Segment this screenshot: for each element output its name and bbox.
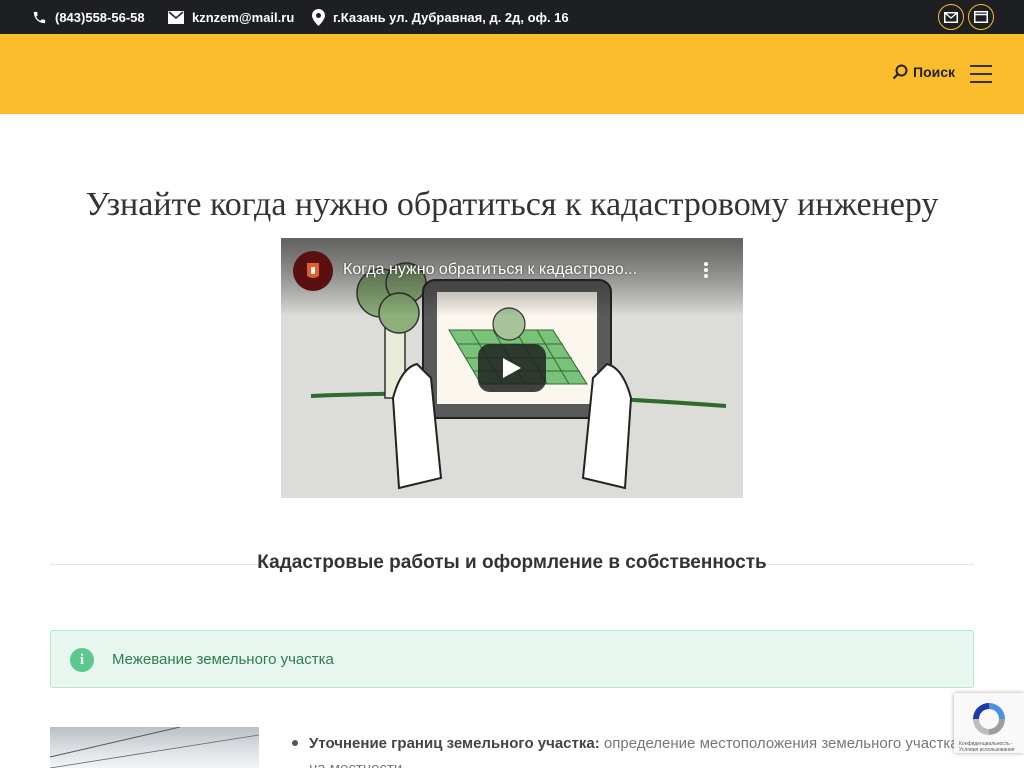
- menu-hamburger-icon[interactable]: [970, 65, 992, 83]
- section-heading-block: Кадастровые работы и оформление в собств…: [50, 552, 974, 576]
- search-icon: [892, 64, 908, 80]
- browser-window-icon: [974, 11, 988, 23]
- site-header: Поиск: [0, 34, 1024, 114]
- phone-text: (843)558-56-58: [55, 9, 145, 25]
- info-box-text: Межевание земельного участка: [112, 651, 334, 668]
- video-title[interactable]: Когда нужно обратиться к кадастрово...: [343, 261, 637, 279]
- play-button[interactable]: [478, 344, 546, 392]
- top-bar: (843)558-56-58 kznzem@mail.ru г.Казань у…: [0, 0, 1024, 34]
- channel-avatar[interactable]: [293, 251, 333, 291]
- recaptcha-privacy-text[interactable]: Конфиденциальность - Условия использован…: [959, 741, 1023, 753]
- channel-logo-icon: [307, 263, 319, 278]
- recaptcha-badge[interactable]: Конфиденциальность - Условия использован…: [954, 693, 1024, 753]
- play-icon: [503, 358, 521, 378]
- page-title: Узнайте когда нужно обратиться к кадастр…: [85, 186, 939, 223]
- address-text-wrap: г.Казань ул. Дубравная, д. 2д, оф. 16: [312, 0, 569, 34]
- mail-icon: [168, 10, 184, 24]
- address-text: г.Казань ул. Дубравная, д. 2д, оф. 16: [333, 9, 569, 25]
- video-player[interactable]: Когда нужно обратиться к кадастрово...: [281, 238, 743, 498]
- video-more-options-icon[interactable]: [699, 260, 713, 282]
- list-item-title: Уточнение границ земельного участка:: [309, 735, 600, 752]
- email-link[interactable]: kznzem@mail.ru: [168, 0, 294, 34]
- list-item: Уточнение границ земельного участка: опр…: [309, 731, 959, 768]
- phone-link[interactable]: (843)558-56-58: [32, 0, 145, 34]
- info-box: i Межевание земельного участка: [50, 630, 974, 688]
- land-photo: [50, 727, 259, 768]
- envelope-icon: [944, 11, 958, 23]
- social-mail-button[interactable]: [938, 4, 964, 30]
- list-bullet: [292, 740, 298, 746]
- recaptcha-icon: [973, 703, 1005, 735]
- search-button[interactable]: Поиск: [892, 64, 955, 80]
- social-website-button[interactable]: [968, 4, 994, 30]
- phone-icon: [33, 11, 46, 23]
- location-pin-icon: [312, 8, 325, 26]
- email-text: kznzem@mail.ru: [192, 9, 295, 25]
- power-lines-image: [50, 727, 259, 768]
- search-label: Поиск: [913, 64, 956, 80]
- info-icon: i: [70, 648, 94, 672]
- section-heading: Кадастровые работы и оформление в собств…: [257, 552, 767, 573]
